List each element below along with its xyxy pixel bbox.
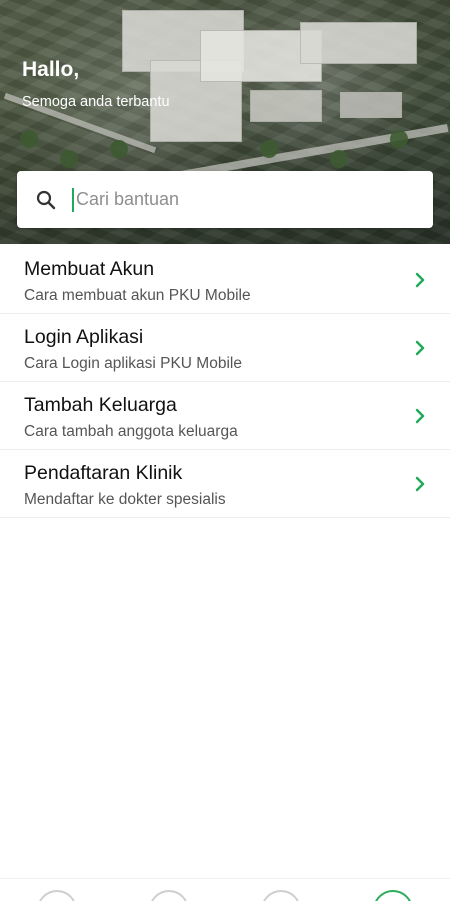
search-bar[interactable]: [17, 171, 433, 228]
nav-button-help[interactable]: [373, 890, 413, 901]
tree-shape: [60, 150, 78, 168]
chevron-right-icon: [415, 476, 425, 492]
help-item-login-aplikasi[interactable]: Login Aplikasi Cara Login aplikasi PKU M…: [0, 314, 450, 382]
greeting-title: Hallo,: [22, 58, 80, 81]
tree-shape: [390, 130, 408, 148]
building-shape: [300, 22, 417, 64]
tree-shape: [260, 140, 278, 158]
nav-button-1[interactable]: [37, 890, 77, 901]
tree-shape: [330, 150, 348, 168]
text-cursor: [72, 187, 74, 212]
building-shape: [340, 92, 402, 118]
help-item-pendaftaran-klinik[interactable]: Pendaftaran Klinik Mendaftar ke dokter s…: [0, 450, 450, 518]
bottom-navigation: [0, 878, 450, 901]
nav-button-2[interactable]: [149, 890, 189, 901]
help-item-title: Pendaftaran Klinik: [24, 462, 183, 484]
greeting-subtitle: Semoga anda terbantu: [22, 94, 170, 110]
help-list: Membuat Akun Cara membuat akun PKU Mobil…: [0, 246, 450, 518]
tree-shape: [20, 130, 38, 148]
help-item-title: Login Aplikasi: [24, 326, 144, 348]
search-input[interactable]: [76, 189, 396, 210]
nav-button-3[interactable]: [261, 890, 301, 901]
help-item-subtitle: Mendaftar ke dokter spesialis: [24, 491, 226, 508]
search-icon: [36, 190, 56, 209]
help-item-tambah-keluarga[interactable]: Tambah Keluarga Cara tambah anggota kelu…: [0, 382, 450, 450]
building-shape: [250, 90, 322, 122]
chevron-right-icon: [415, 408, 425, 424]
chevron-right-icon: [415, 340, 425, 356]
help-item-subtitle: Cara tambah anggota keluarga: [24, 423, 238, 440]
tree-shape: [110, 140, 128, 158]
chevron-right-icon: [415, 272, 425, 288]
help-item-membuat-akun[interactable]: Membuat Akun Cara membuat akun PKU Mobil…: [0, 246, 450, 314]
help-item-subtitle: Cara Login aplikasi PKU Mobile: [24, 355, 242, 372]
help-item-title: Tambah Keluarga: [24, 394, 177, 416]
help-item-subtitle: Cara membuat akun PKU Mobile: [24, 287, 251, 304]
help-item-title: Membuat Akun: [24, 258, 155, 280]
